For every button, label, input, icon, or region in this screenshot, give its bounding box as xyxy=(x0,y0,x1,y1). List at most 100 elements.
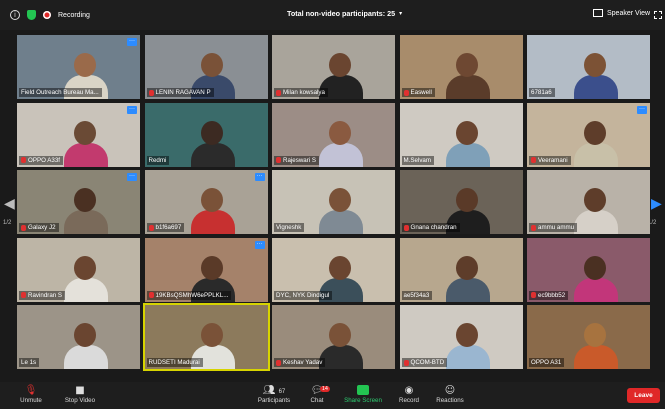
participant-head xyxy=(456,53,479,77)
video-camera-icon: ■ xyxy=(75,385,85,396)
participant-body xyxy=(191,210,236,234)
more-options-icon[interactable]: ··· xyxy=(637,105,647,114)
participant-head xyxy=(328,323,351,347)
participant-head xyxy=(73,323,96,347)
reactions-button[interactable]: ☺ Reactions xyxy=(433,385,467,404)
participant-name-label: 19KBsQSMhW6ePPLKL... xyxy=(146,290,232,300)
participant-video xyxy=(446,115,491,167)
participant-video xyxy=(446,317,491,369)
more-options-icon[interactable]: ··· xyxy=(254,173,265,181)
participant-video xyxy=(573,250,618,302)
participant-name-label: Milan kowsalya xyxy=(274,88,328,97)
participant-video xyxy=(63,182,108,234)
more-options-icon[interactable]: ··· xyxy=(127,38,137,46)
participant-head xyxy=(328,255,351,280)
participant-tile[interactable]: ··· 19KBsQSMhW6ePPLKL... xyxy=(144,237,268,302)
participant-video xyxy=(191,115,236,167)
participant-video xyxy=(191,182,236,234)
mic-muted-icon xyxy=(531,157,536,163)
mic-muted-icon xyxy=(21,157,26,163)
participant-name-label: Redmi xyxy=(146,155,170,165)
participant-tile[interactable]: DYC, NYK Dindigul xyxy=(272,237,395,302)
participant-tile[interactable]: ··· Field Outreach Bureau Ma... xyxy=(17,35,140,99)
participant-name-label: ae5f34a3 xyxy=(401,290,433,300)
participant-tile[interactable]: Easwell xyxy=(399,35,523,99)
participant-head xyxy=(456,255,479,280)
participant-body xyxy=(63,345,108,369)
participants-button[interactable]: 👥︎ 67 Participants xyxy=(254,385,294,404)
mic-muted-icon xyxy=(21,224,26,231)
participant-video xyxy=(446,250,491,302)
participant-tile[interactable]: Le 1s xyxy=(17,305,140,369)
participant-name-label: DYC, NYK Dindigul xyxy=(274,290,333,300)
participant-tile[interactable]: ··· Veeramani xyxy=(527,102,650,167)
participant-tile[interactable]: Milan kowsalya xyxy=(272,35,395,99)
participant-tile[interactable]: ae5f34a3 xyxy=(399,237,523,302)
chat-button[interactable]: 💬︎ 14 Chat xyxy=(305,385,330,404)
participant-tile[interactable]: M.Selvam xyxy=(399,102,523,167)
participant-tile[interactable]: 6781a6 xyxy=(527,35,650,99)
stop-video-button[interactable]: ■ Stop Video xyxy=(60,385,100,404)
participant-head xyxy=(201,323,224,347)
participant-name-label: M.Selvam xyxy=(401,155,435,165)
mic-muted-icon xyxy=(276,89,281,96)
leave-button[interactable]: Leave xyxy=(627,388,660,403)
mic-muted-icon xyxy=(21,292,26,298)
mic-muted-icon xyxy=(531,292,536,298)
participant-video xyxy=(63,250,108,302)
participant-video xyxy=(573,115,618,167)
participant-name-label: b1f6a697 xyxy=(146,223,185,232)
speaker-view-button[interactable]: Speaker View xyxy=(593,9,650,17)
participant-tile[interactable]: Rajeswari S xyxy=(272,102,395,167)
chevron-down-icon: ▾ xyxy=(399,10,403,17)
participant-tile[interactable]: LENIN RAGAVAN P xyxy=(144,35,268,99)
participant-tile[interactable]: Vigneshk xyxy=(272,170,395,234)
participant-name-label: Vigneshk xyxy=(274,223,305,232)
participant-tile[interactable]: ec9bbb52 xyxy=(527,237,650,302)
participant-body xyxy=(318,142,363,167)
participant-name-label: Veeramani xyxy=(529,155,571,165)
participant-body xyxy=(446,277,491,302)
speaker-view-icon xyxy=(593,9,603,17)
participant-tile[interactable]: ammu ammu xyxy=(527,170,650,234)
shield-icon[interactable] xyxy=(27,10,36,20)
participant-head xyxy=(456,120,479,145)
record-button[interactable]: ◉ Record xyxy=(396,385,422,404)
info-icon[interactable]: i xyxy=(10,10,20,20)
participant-tile[interactable]: Gnana chandran xyxy=(399,170,523,234)
participant-tile[interactable]: ··· Galaxy J2 xyxy=(17,170,140,234)
participant-name-label: Gnana chandran xyxy=(401,223,460,232)
participant-video xyxy=(318,115,363,167)
participant-head xyxy=(456,323,479,347)
participant-body xyxy=(191,142,236,167)
mic-muted-icon xyxy=(148,89,154,96)
participant-tile[interactable]: OPPO A31 xyxy=(527,305,650,369)
participant-head xyxy=(328,188,351,212)
more-options-icon[interactable]: ··· xyxy=(127,105,137,114)
next-page-icon[interactable]: ▶ xyxy=(651,196,663,216)
participant-tile[interactable]: ··· OPPO A33f xyxy=(17,102,140,167)
participant-tile[interactable]: RUDSETI Madurai xyxy=(142,303,270,371)
participants-count: 67 xyxy=(278,389,286,395)
participant-video xyxy=(573,182,618,234)
participant-body xyxy=(446,142,491,167)
participants-title[interactable]: Total non-video participants: 25 ▾ xyxy=(287,9,402,18)
participant-head xyxy=(201,255,224,280)
more-options-icon[interactable]: ··· xyxy=(254,240,265,249)
participant-body xyxy=(446,75,491,99)
participant-head xyxy=(73,188,96,212)
more-options-icon[interactable]: ··· xyxy=(127,173,137,181)
fullscreen-icon[interactable] xyxy=(654,11,662,19)
previous-page-icon[interactable]: ◀ xyxy=(4,196,16,216)
participant-video xyxy=(63,115,108,167)
participant-video xyxy=(573,317,618,369)
participant-head xyxy=(583,188,606,212)
participant-tile[interactable]: Keshav Yadav xyxy=(272,305,395,369)
page-indicator-left: 1/2 xyxy=(3,220,12,226)
participant-tile[interactable]: Redmi xyxy=(144,102,268,167)
unmute-button[interactable]: 🎙︎ Unmute xyxy=(16,385,46,404)
share-screen-button[interactable]: Share Screen xyxy=(343,385,383,404)
participant-tile[interactable]: Ravindran S xyxy=(17,237,140,302)
participant-tile[interactable]: ··· b1f6a697 xyxy=(144,170,268,234)
participant-tile[interactable]: QCOM-BTD xyxy=(399,305,523,369)
